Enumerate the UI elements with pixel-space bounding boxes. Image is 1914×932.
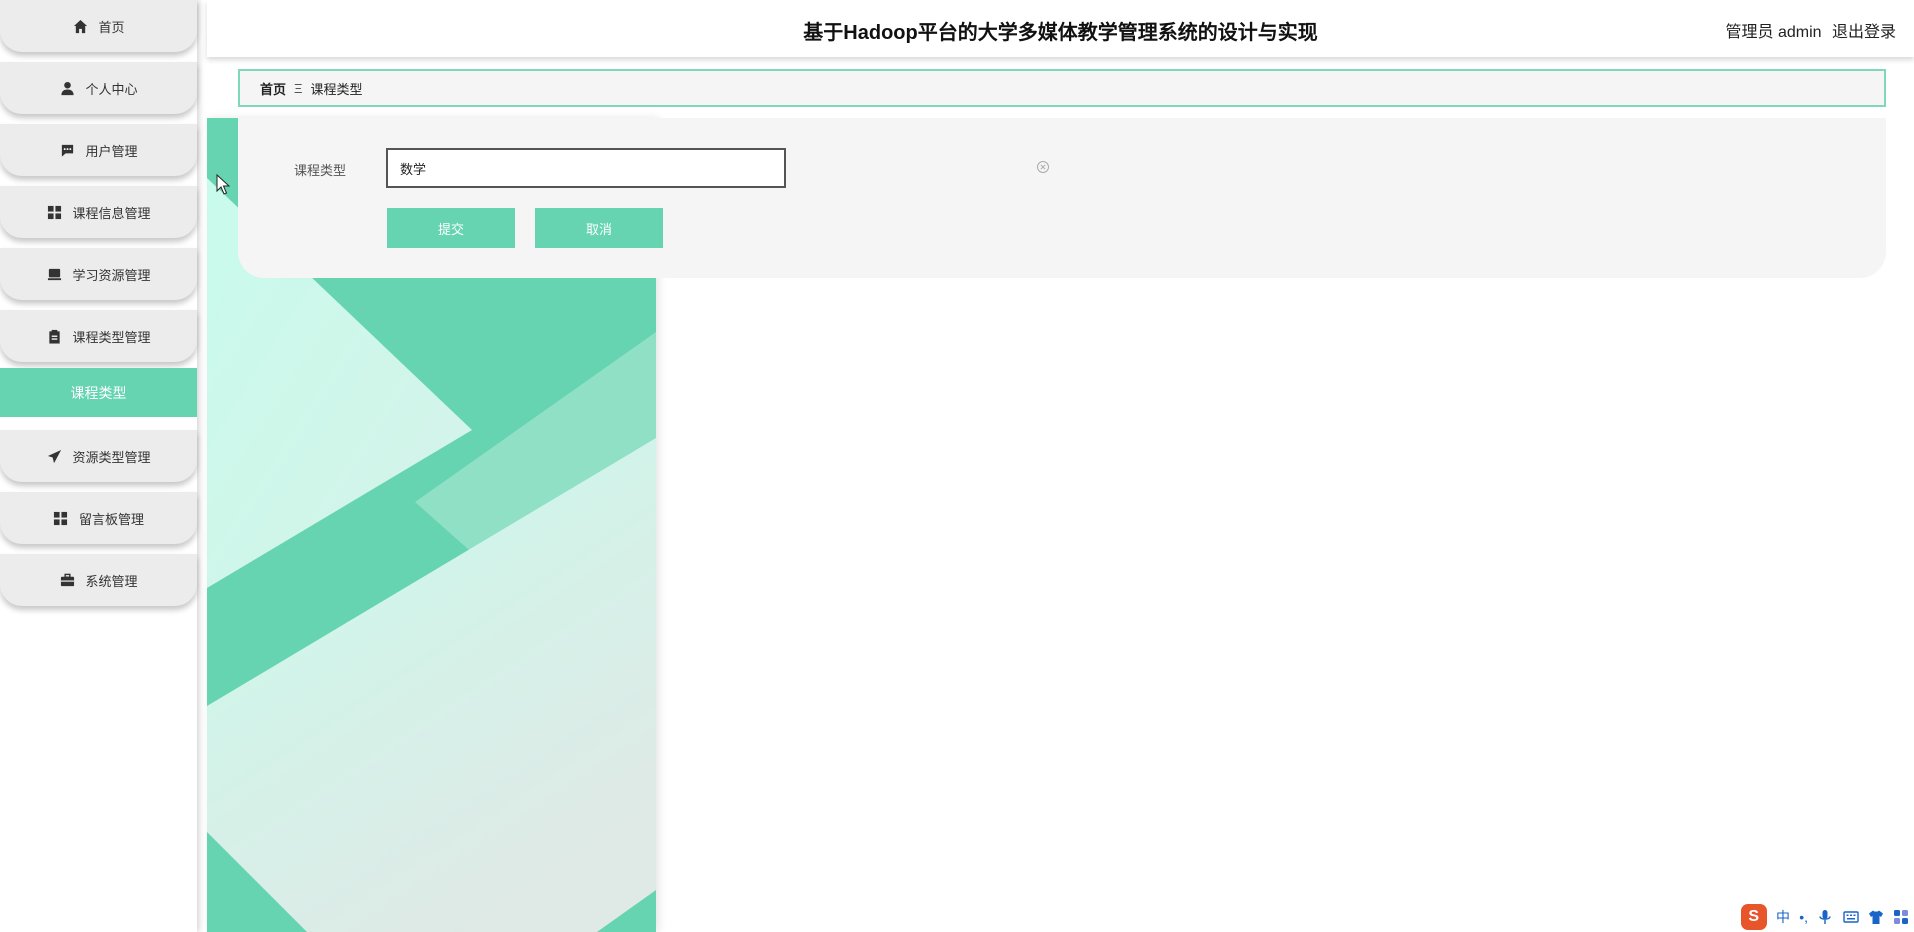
user-icon [59, 80, 75, 96]
breadcrumb-separator: Ξ [294, 80, 303, 96]
grid-icon [46, 204, 62, 220]
course-type-input[interactable] [386, 148, 786, 188]
sidebar-item-label: 首页 [98, 19, 125, 35]
sidebar-item-label: 留言板管理 [78, 511, 144, 527]
sidebar-item-label: 用户管理 [85, 143, 138, 159]
sidebar-item-personal-center[interactable]: 个人中心 [0, 62, 197, 114]
sidebar: 首页 个人中心 用户管理 课程信息管理 学习资源管理 课程类型管理 课程类型 资… [0, 0, 197, 932]
logout-link[interactable]: 退出登录 [1832, 24, 1896, 41]
sidebar-item-label: 课程信息管理 [72, 205, 151, 221]
keyboard-icon[interactable] [1843, 909, 1859, 925]
home-icon [72, 18, 88, 34]
ime-logo-icon[interactable]: S [1740, 904, 1767, 930]
course-type-label: 课程类型 [294, 163, 347, 178]
breadcrumb-home[interactable]: 首页 [260, 79, 286, 98]
user-area: 管理员 admin 退出登录 [1720, 18, 1897, 42]
monitor-icon [46, 266, 62, 282]
sidebar-subitem-course-type[interactable]: 课程类型 [0, 368, 197, 417]
grid-icon [53, 510, 69, 526]
sidebar-item-user-management[interactable]: 用户管理 [0, 124, 197, 176]
microphone-icon[interactable] [1817, 909, 1833, 925]
clear-icon[interactable] [1036, 160, 1050, 174]
breadcrumb: 首页 Ξ 课程类型 [238, 69, 1886, 107]
submit-button[interactable]: 提交 [387, 208, 515, 248]
sidebar-item-home[interactable]: 首页 [0, 0, 197, 52]
sidebar-subitem-label: 课程类型 [70, 384, 127, 401]
send-icon [46, 448, 62, 464]
briefcase-icon [59, 572, 75, 588]
shirt-icon[interactable] [1868, 909, 1884, 925]
chat-icon [59, 142, 75, 158]
sidebar-item-label: 资源类型管理 [72, 449, 151, 465]
top-header: 基于Hadoop平台的大学多媒体教学管理系统的设计与实现 管理员 admin 退… [207, 0, 1914, 57]
ime-punctuation[interactable]: •, [1799, 909, 1808, 925]
apps-grid-icon[interactable] [1893, 909, 1909, 925]
sidebar-item-label: 个人中心 [85, 81, 138, 97]
sidebar-item-label: 学习资源管理 [72, 267, 151, 283]
ime-mode[interactable]: 中 [1776, 907, 1790, 927]
cancel-button[interactable]: 取消 [535, 208, 663, 248]
breadcrumb-current: 课程类型 [310, 81, 363, 97]
form-panel: 课程类型 提交 取消 [238, 118, 1886, 278]
mouse-cursor-icon [216, 174, 230, 195]
sidebar-item-course-type-management[interactable]: 课程类型管理 [0, 310, 197, 362]
sidebar-item-label: 课程类型管理 [72, 329, 151, 345]
sidebar-item-learning-resources[interactable]: 学习资源管理 [0, 248, 197, 300]
ime-toolbar: S 中 •, [1736, 902, 1914, 932]
user-role: 管理员 admin [1725, 24, 1822, 41]
sidebar-item-course-info[interactable]: 课程信息管理 [0, 186, 197, 238]
sidebar-item-resource-type[interactable]: 资源类型管理 [0, 430, 197, 482]
page-title: 基于Hadoop平台的大学多媒体教学管理系统的设计与实现 [803, 22, 1318, 44]
clipboard-icon [46, 328, 62, 344]
sidebar-item-system[interactable]: 系统管理 [0, 554, 197, 606]
sidebar-item-message-board[interactable]: 留言板管理 [0, 492, 197, 544]
sidebar-item-label: 系统管理 [85, 573, 138, 589]
